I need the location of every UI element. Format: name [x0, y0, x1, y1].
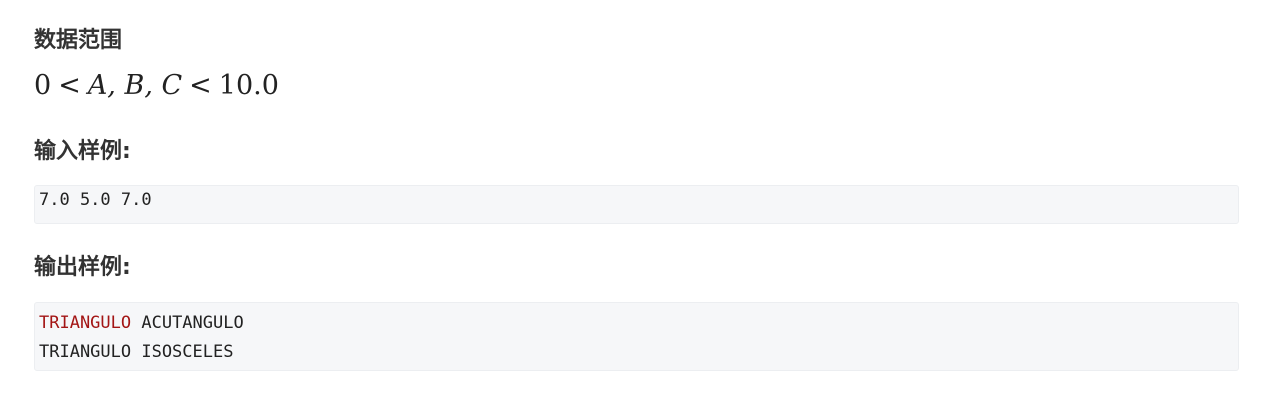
range-variables: A, B, C — [87, 70, 183, 101]
sample-output-line-2: TRIANGULO ISOSCELES — [39, 342, 234, 362]
sample-output-heading: 输出样例: — [34, 255, 131, 280]
sample-input-heading: 输入样例: — [34, 139, 131, 164]
less-than-symbol-2: < — [189, 70, 212, 101]
sample-input-line: 7.0 5.0 7.0 — [39, 190, 152, 210]
highlighted-keyword: TRIANGULO — [39, 313, 132, 333]
sample-output-code-block[interactable]: TRIANGULO ACUTANGULO TRIANGULO ISOSCELES — [34, 302, 1239, 371]
sample-input-code-block[interactable]: 7.0 5.0 7.0 — [34, 185, 1239, 224]
range-upper-bound: 10.0 — [218, 70, 279, 101]
data-range-heading: 数据范围 — [34, 28, 123, 53]
data-range-formula: 0 < A, B, C <10.0 — [34, 66, 279, 106]
less-than-symbol: < — [58, 70, 81, 101]
sample-output-line-1: TRIANGULO ACUTANGULO — [39, 309, 1238, 338]
sample-output-line-1-rest: ACUTANGULO — [131, 313, 244, 333]
range-lower-bound: 0 — [34, 70, 52, 101]
